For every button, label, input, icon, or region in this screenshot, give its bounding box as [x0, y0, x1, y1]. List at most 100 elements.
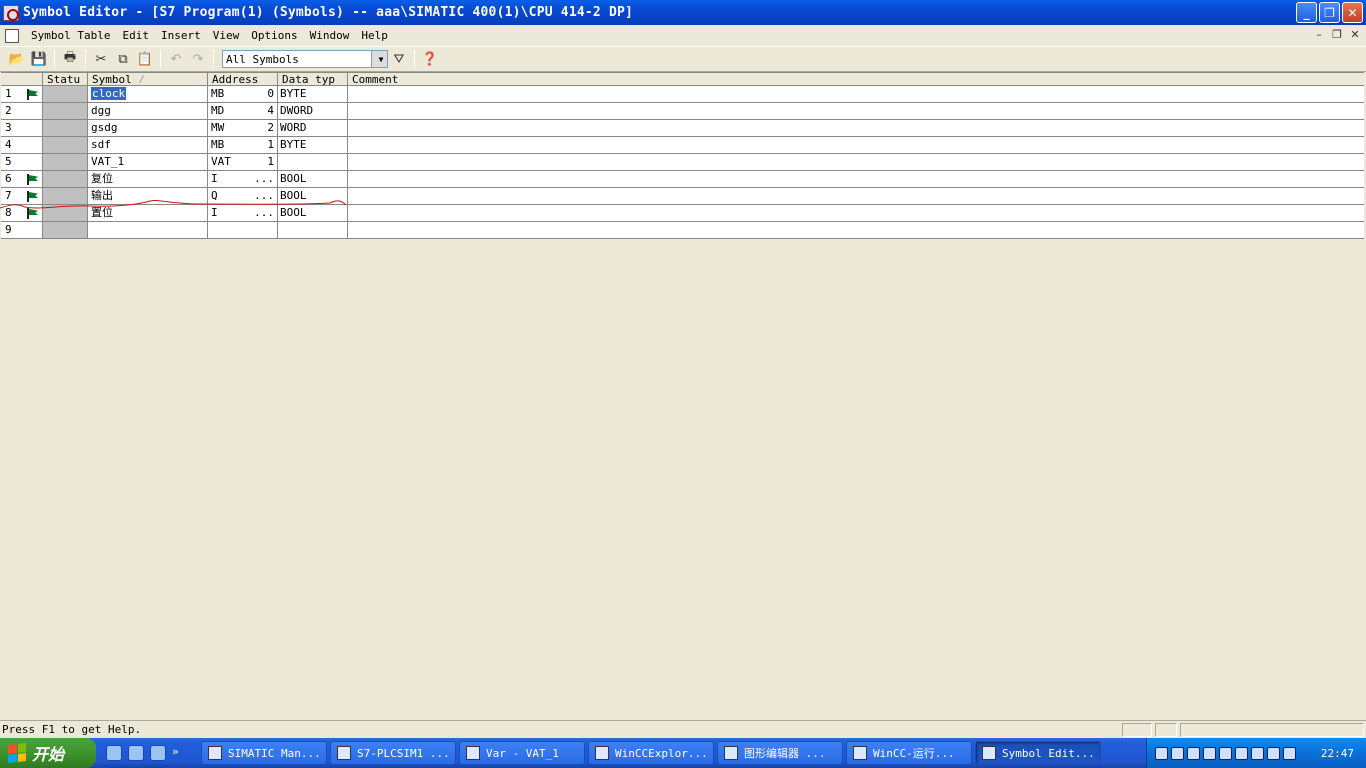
tray-app-icon[interactable]	[1283, 746, 1296, 760]
task-simatic-manager[interactable]: SIMATIC Man...	[201, 741, 327, 765]
undo-icon[interactable]: ↶	[165, 48, 187, 70]
comment-cell[interactable]	[348, 171, 1364, 187]
status-cell[interactable]	[43, 137, 88, 153]
data-type-cell[interactable]: BOOL	[278, 205, 348, 221]
restore-button[interactable]: ❐	[1319, 2, 1340, 23]
row-number-cell[interactable]: 9	[1, 222, 43, 238]
menu-options[interactable]: Options	[245, 29, 303, 42]
symbol-cell[interactable]: 复位	[88, 171, 208, 187]
menu-view[interactable]: View	[207, 29, 246, 42]
media-icon[interactable]	[128, 745, 144, 761]
address-cell[interactable]: VAT 1	[208, 154, 278, 170]
start-button[interactable]: 开始	[0, 738, 96, 768]
table-row[interactable]: 2 dgg MD 4 DWORD	[1, 103, 1364, 120]
row-number-cell[interactable]: 8	[1, 205, 43, 221]
comment-cell[interactable]	[348, 188, 1364, 204]
security-shield-icon[interactable]	[1219, 746, 1232, 760]
data-type-cell[interactable]: BYTE	[278, 137, 348, 153]
address-cell[interactable]: Q...	[208, 188, 278, 204]
tray-app-icon[interactable]	[1235, 746, 1248, 760]
table-row[interactable]: 3 gsdg MW 2 WORD	[1, 120, 1364, 137]
menu-insert[interactable]: Insert	[155, 29, 207, 42]
table-row[interactable]: 6 复位 I... BOOL	[1, 171, 1364, 188]
address-cell[interactable]: MB 1	[208, 137, 278, 153]
symbol-cell[interactable]: VAT_1	[88, 154, 208, 170]
address-cell[interactable]: I...	[208, 205, 278, 221]
redo-icon[interactable]: ↷	[187, 48, 209, 70]
status-cell[interactable]	[43, 222, 88, 238]
context-help-icon[interactable]: ❓	[419, 48, 441, 70]
chevron-down-icon[interactable]: ▼	[371, 51, 387, 67]
status-cell[interactable]	[43, 120, 88, 136]
address-cell[interactable]	[208, 222, 278, 238]
data-type-cell[interactable]	[278, 222, 348, 238]
table-row[interactable]: 5 VAT_1 VAT 1	[1, 154, 1364, 171]
status-cell[interactable]	[43, 188, 88, 204]
filter-icon[interactable]: ⛛	[388, 48, 410, 70]
address-cell[interactable]: MD 4	[208, 103, 278, 119]
row-number-cell[interactable]: 1	[1, 86, 43, 102]
address-cell[interactable]: MW 2	[208, 120, 278, 136]
menu-help[interactable]: Help	[355, 29, 394, 42]
copy-icon[interactable]: ⧉	[112, 48, 134, 70]
minimize-button[interactable]: _	[1296, 2, 1317, 23]
task-s7-plcsim[interactable]: S7-PLCSIM1 ...	[330, 741, 456, 765]
header-status[interactable]: Statu	[43, 73, 88, 86]
document-icon[interactable]	[5, 28, 19, 43]
status-cell[interactable]	[43, 86, 88, 102]
print-icon[interactable]: 🖶	[59, 48, 81, 70]
symbol-cell[interactable]: 输出	[88, 188, 208, 204]
comment-cell[interactable]	[348, 137, 1364, 153]
row-number-cell[interactable]: 6	[1, 171, 43, 187]
data-type-cell[interactable]: DWORD	[278, 103, 348, 119]
mdi-minimize-button[interactable]: –	[1312, 28, 1326, 42]
comment-cell[interactable]	[348, 86, 1364, 102]
volume-icon[interactable]	[1171, 746, 1184, 760]
symbol-cell[interactable]	[88, 222, 208, 238]
row-number-cell[interactable]: 2	[1, 103, 43, 119]
symbol-cell[interactable]: sdf	[88, 137, 208, 153]
symbol-cell[interactable]: dgg	[88, 103, 208, 119]
paste-icon[interactable]: 📋	[134, 48, 156, 70]
table-row[interactable]: 8 置位 I... BOOL	[1, 205, 1364, 222]
symbol-cell[interactable]: 置位	[88, 205, 208, 221]
task-graphics-designer[interactable]: 图形编辑器 ...	[717, 741, 843, 765]
input-method-icon[interactable]	[1187, 746, 1200, 760]
task-wincc-runtime[interactable]: WinCC-运行...	[846, 741, 972, 765]
comment-cell[interactable]	[348, 205, 1364, 221]
menu-edit[interactable]: Edit	[116, 29, 155, 42]
table-row[interactable]: 9	[1, 222, 1364, 239]
status-cell[interactable]	[43, 171, 88, 187]
address-cell[interactable]: MB 0	[208, 86, 278, 102]
network-icon[interactable]	[1155, 746, 1168, 760]
show-desktop-icon[interactable]	[150, 745, 166, 761]
mdi-close-button[interactable]: ✕	[1348, 28, 1362, 42]
row-number-cell[interactable]: 7	[1, 188, 43, 204]
internet-explorer-icon[interactable]	[106, 745, 122, 761]
comment-cell[interactable]	[348, 120, 1364, 136]
task-symbol-editor[interactable]: Symbol Edit...	[975, 741, 1101, 765]
quick-launch-more-icon[interactable]: »	[172, 745, 179, 761]
tray-app-icon[interactable]	[1203, 746, 1216, 760]
data-type-cell[interactable]: BYTE	[278, 86, 348, 102]
cut-icon[interactable]: ✂	[90, 48, 112, 70]
mdi-restore-button[interactable]: ❐	[1330, 28, 1344, 42]
symbol-filter-select[interactable]: All Symbols ▼	[222, 50, 388, 68]
tray-app-icon[interactable]	[1251, 746, 1264, 760]
status-cell[interactable]	[43, 103, 88, 119]
header-address[interactable]: Address	[208, 73, 278, 86]
symbol-cell[interactable]: clock	[88, 86, 208, 102]
status-cell[interactable]	[43, 154, 88, 170]
data-type-cell[interactable]: WORD	[278, 120, 348, 136]
data-type-cell[interactable]: BOOL	[278, 188, 348, 204]
comment-cell[interactable]	[348, 154, 1364, 170]
open-icon[interactable]: 📂	[6, 48, 28, 70]
tray-app-icon[interactable]	[1267, 746, 1280, 760]
header-row-number[interactable]	[1, 73, 43, 86]
menu-window[interactable]: Window	[304, 29, 356, 42]
row-number-cell[interactable]: 4	[1, 137, 43, 153]
symbol-cell[interactable]: gsdg	[88, 120, 208, 136]
address-cell[interactable]: I...	[208, 171, 278, 187]
header-comment[interactable]: Comment	[348, 73, 1364, 86]
comment-cell[interactable]	[348, 222, 1364, 238]
